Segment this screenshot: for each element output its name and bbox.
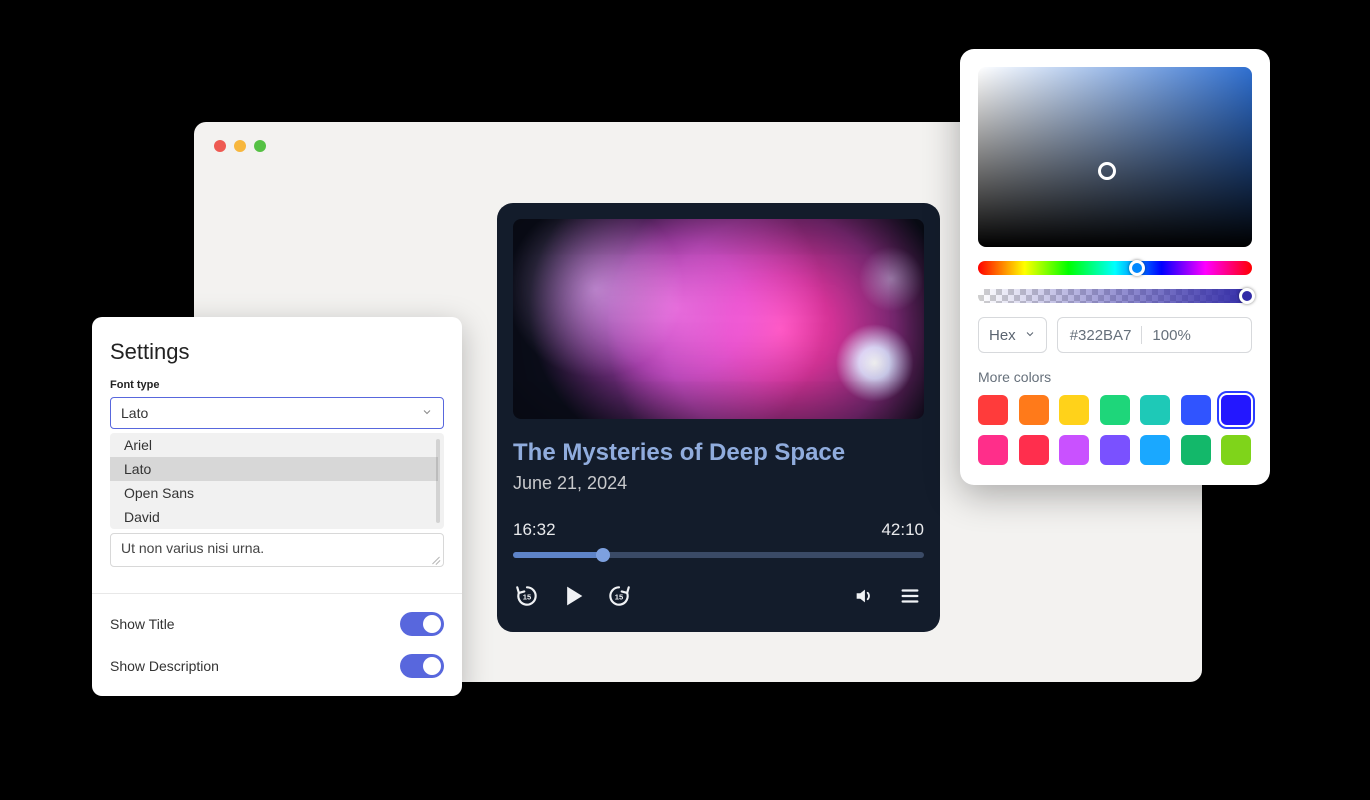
resize-handle-icon[interactable]: [431, 554, 441, 564]
color-swatch[interactable]: [978, 395, 1008, 425]
show-description-label: Show Description: [110, 658, 219, 674]
svg-text:15: 15: [615, 592, 623, 601]
window-maximize[interactable]: [254, 140, 266, 152]
color-picker: Hex #322BA7 100% More colors: [960, 49, 1270, 485]
color-swatch[interactable]: [1019, 435, 1049, 465]
color-swatch[interactable]: [1100, 435, 1130, 465]
hex-value: #322BA7: [1070, 327, 1132, 344]
play-icon[interactable]: [559, 582, 587, 610]
svg-text:15: 15: [523, 592, 531, 601]
episode-date: June 21, 2024: [513, 473, 924, 494]
show-title-toggle[interactable]: [400, 612, 444, 636]
window-close[interactable]: [214, 140, 226, 152]
description-textarea[interactable]: Ut non varius nisi urna.: [110, 533, 444, 567]
sl-thumb[interactable]: [1098, 162, 1116, 180]
player-times: 16:32 42:10: [513, 520, 924, 540]
saturation-lightness-field[interactable]: [978, 67, 1252, 247]
color-swatch[interactable]: [1019, 395, 1049, 425]
chevron-down-icon: [421, 405, 433, 421]
color-swatch[interactable]: [1181, 435, 1211, 465]
hue-slider[interactable]: [978, 261, 1252, 275]
show-title-label: Show Title: [110, 616, 175, 632]
episode-title: The Mysteries of Deep Space: [513, 439, 924, 467]
color-swatch[interactable]: [1140, 435, 1170, 465]
color-mode-value: Hex: [989, 327, 1016, 344]
show-description-toggle[interactable]: [400, 654, 444, 678]
hex-input[interactable]: #322BA7 100%: [1057, 317, 1252, 353]
color-mode-select[interactable]: Hex: [978, 317, 1047, 353]
color-swatch[interactable]: [1100, 395, 1130, 425]
color-swatch[interactable]: [1221, 435, 1251, 465]
playlist-menu-icon[interactable]: [896, 582, 924, 610]
settings-panel: Settings Font type Lato Ariel Lato Open …: [92, 317, 462, 696]
window-minimize[interactable]: [234, 140, 246, 152]
font-option-david[interactable]: David: [110, 505, 438, 529]
font-option-lato[interactable]: Lato: [110, 457, 438, 481]
settings-title: Settings: [110, 339, 444, 365]
seek-slider[interactable]: [513, 552, 924, 558]
forward-15-icon[interactable]: 15: [605, 582, 633, 610]
alpha-thumb[interactable]: [1239, 288, 1255, 304]
rewind-15-icon[interactable]: 15: [513, 582, 541, 610]
font-type-select[interactable]: Lato: [110, 397, 444, 429]
color-swatch[interactable]: [978, 435, 1008, 465]
alpha-value: 100%: [1152, 327, 1190, 344]
input-divider: [1141, 326, 1142, 344]
dropdown-scrollbar[interactable]: [436, 439, 440, 523]
color-swatch[interactable]: [1221, 395, 1251, 425]
alpha-slider[interactable]: [978, 289, 1252, 303]
font-type-label: Font type: [110, 379, 444, 391]
color-swatch[interactable]: [1059, 395, 1089, 425]
swatch-grid: [978, 395, 1252, 465]
more-colors-label: More colors: [978, 369, 1252, 385]
textarea-value: Ut non varius nisi urna.: [121, 540, 264, 556]
color-swatch[interactable]: [1140, 395, 1170, 425]
chevron-down-icon: [1024, 327, 1036, 344]
elapsed-time: 16:32: [513, 520, 556, 540]
total-time: 42:10: [881, 520, 924, 540]
font-option-opensans[interactable]: Open Sans: [110, 481, 438, 505]
font-type-value: Lato: [121, 405, 148, 421]
seek-thumb[interactable]: [596, 548, 610, 562]
volume-icon[interactable]: [850, 582, 878, 610]
color-swatch[interactable]: [1181, 395, 1211, 425]
episode-artwork: [513, 219, 924, 419]
font-type-dropdown: Ariel Lato Open Sans David: [110, 433, 444, 529]
audio-player: The Mysteries of Deep Space June 21, 202…: [497, 203, 940, 632]
hue-thumb[interactable]: [1129, 260, 1145, 276]
font-option-ariel[interactable]: Ariel: [110, 433, 438, 457]
color-swatch[interactable]: [1059, 435, 1089, 465]
